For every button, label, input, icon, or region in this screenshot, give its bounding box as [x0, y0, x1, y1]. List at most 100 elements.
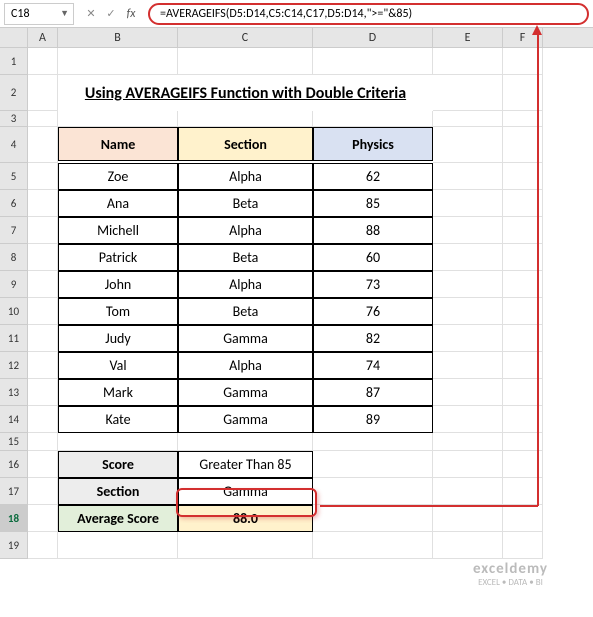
cell-e12[interactable] [433, 352, 503, 379]
cell-c19[interactable] [178, 532, 313, 559]
formula-input[interactable]: =AVERAGEIFS(D5:D14,C5:C14,C17,D5:D14,">=… [148, 3, 589, 25]
cell-e5[interactable] [433, 163, 503, 190]
data-name-cell[interactable]: Tom [58, 298, 178, 325]
data-section-cell[interactable]: Alpha [178, 163, 313, 190]
cell-e15[interactable] [433, 433, 503, 451]
cancel-icon[interactable]: ✕ [82, 5, 100, 23]
cell-a8[interactable] [28, 244, 58, 271]
avg-value[interactable]: 88.0 [178, 505, 313, 532]
row-header-1[interactable]: 1 [0, 48, 28, 75]
data-section-cell[interactable]: Alpha [178, 217, 313, 244]
data-section-cell[interactable]: Gamma [178, 379, 313, 406]
cell-e3[interactable] [433, 111, 503, 127]
data-section-cell[interactable]: Gamma [178, 406, 313, 433]
row-header-19[interactable]: 19 [0, 532, 28, 559]
row-header-6[interactable]: 6 [0, 190, 28, 217]
row-header-18[interactable]: 18 [0, 505, 28, 532]
cell-c1[interactable] [178, 48, 313, 75]
name-box[interactable]: C18 ▼ [4, 3, 74, 25]
row-header-7[interactable]: 7 [0, 217, 28, 244]
cell-a3[interactable] [28, 111, 58, 127]
cell-a11[interactable] [28, 325, 58, 352]
header-physics[interactable]: Physics [313, 127, 433, 161]
data-section-cell[interactable]: Beta [178, 298, 313, 325]
cell-e17[interactable] [433, 478, 503, 505]
chevron-down-icon[interactable]: ▼ [60, 8, 69, 19]
data-name-cell[interactable]: Mark [58, 379, 178, 406]
row-header-11[interactable]: 11 [0, 325, 28, 352]
cell-b15[interactable] [58, 433, 178, 451]
cell-e2[interactable] [433, 75, 503, 111]
cell-a6[interactable] [28, 190, 58, 217]
data-physics-cell[interactable]: 76 [313, 298, 433, 325]
cell-e11[interactable] [433, 325, 503, 352]
cell-a19[interactable] [28, 532, 58, 559]
header-name[interactable]: Name [58, 127, 178, 161]
avg-label[interactable]: Average Score [58, 505, 178, 532]
row-header-8[interactable]: 8 [0, 244, 28, 271]
cell-a18[interactable] [28, 505, 58, 532]
cell-e7[interactable] [433, 217, 503, 244]
cell-a4[interactable] [28, 127, 58, 163]
data-name-cell[interactable]: Ana [58, 190, 178, 217]
cell-a12[interactable] [28, 352, 58, 379]
cell-d3[interactable] [313, 111, 433, 127]
data-physics-cell[interactable]: 62 [313, 163, 433, 190]
cell-f18[interactable] [503, 505, 543, 532]
data-physics-cell[interactable]: 74 [313, 352, 433, 379]
cell-e4[interactable] [433, 127, 503, 163]
cell-e10[interactable] [433, 298, 503, 325]
col-header-d[interactable]: D [313, 28, 433, 47]
row-header-9[interactable]: 9 [0, 271, 28, 298]
row-header-15[interactable]: 15 [0, 433, 28, 451]
row-header-10[interactable]: 10 [0, 298, 28, 325]
fx-icon[interactable]: fx [122, 5, 140, 23]
data-physics-cell[interactable]: 89 [313, 406, 433, 433]
section-label[interactable]: Section [58, 478, 178, 505]
score-label[interactable]: Score [58, 451, 178, 478]
cell-d19[interactable] [313, 532, 433, 559]
row-header-12[interactable]: 12 [0, 352, 28, 379]
cell-a17[interactable] [28, 478, 58, 505]
cell-c3[interactable] [178, 111, 313, 127]
cell-e9[interactable] [433, 271, 503, 298]
cell-a2[interactable] [28, 75, 58, 111]
data-physics-cell[interactable]: 73 [313, 271, 433, 298]
data-physics-cell[interactable]: 87 [313, 379, 433, 406]
cell-a13[interactable] [28, 379, 58, 406]
cell-a15[interactable] [28, 433, 58, 451]
cell-f19[interactable] [503, 532, 543, 559]
cell-a9[interactable] [28, 271, 58, 298]
cell-e1[interactable] [433, 48, 503, 75]
cell-b3[interactable] [58, 111, 178, 127]
cell-a14[interactable] [28, 406, 58, 433]
cell-a16[interactable] [28, 451, 58, 478]
row-header-4[interactable]: 4 [0, 127, 28, 163]
row-header-2[interactable]: 2 [0, 75, 28, 111]
cell-a1[interactable] [28, 48, 58, 75]
select-all-corner[interactable] [0, 28, 28, 47]
col-header-c[interactable]: C [178, 28, 313, 47]
data-name-cell[interactable]: Zoe [58, 163, 178, 190]
data-physics-cell[interactable]: 60 [313, 244, 433, 271]
cell-a5[interactable] [28, 163, 58, 190]
cell-d16[interactable] [313, 451, 433, 478]
data-section-cell[interactable]: Alpha [178, 271, 313, 298]
row-header-14[interactable]: 14 [0, 406, 28, 433]
data-name-cell[interactable]: Kate [58, 406, 178, 433]
cell-c15[interactable] [178, 433, 313, 451]
score-value[interactable]: Greater Than 85 [178, 451, 313, 478]
data-section-cell[interactable]: Beta [178, 244, 313, 271]
cell-e13[interactable] [433, 379, 503, 406]
cell-e14[interactable] [433, 406, 503, 433]
data-section-cell[interactable]: Alpha [178, 352, 313, 379]
row-header-13[interactable]: 13 [0, 379, 28, 406]
cell-d18[interactable] [313, 505, 433, 532]
cell-e19[interactable] [433, 532, 503, 559]
cell-b19[interactable] [58, 532, 178, 559]
header-section[interactable]: Section [178, 127, 313, 161]
data-name-cell[interactable]: Michell [58, 217, 178, 244]
data-name-cell[interactable]: John [58, 271, 178, 298]
row-header-17[interactable]: 17 [0, 478, 28, 505]
cell-e18[interactable] [433, 505, 503, 532]
